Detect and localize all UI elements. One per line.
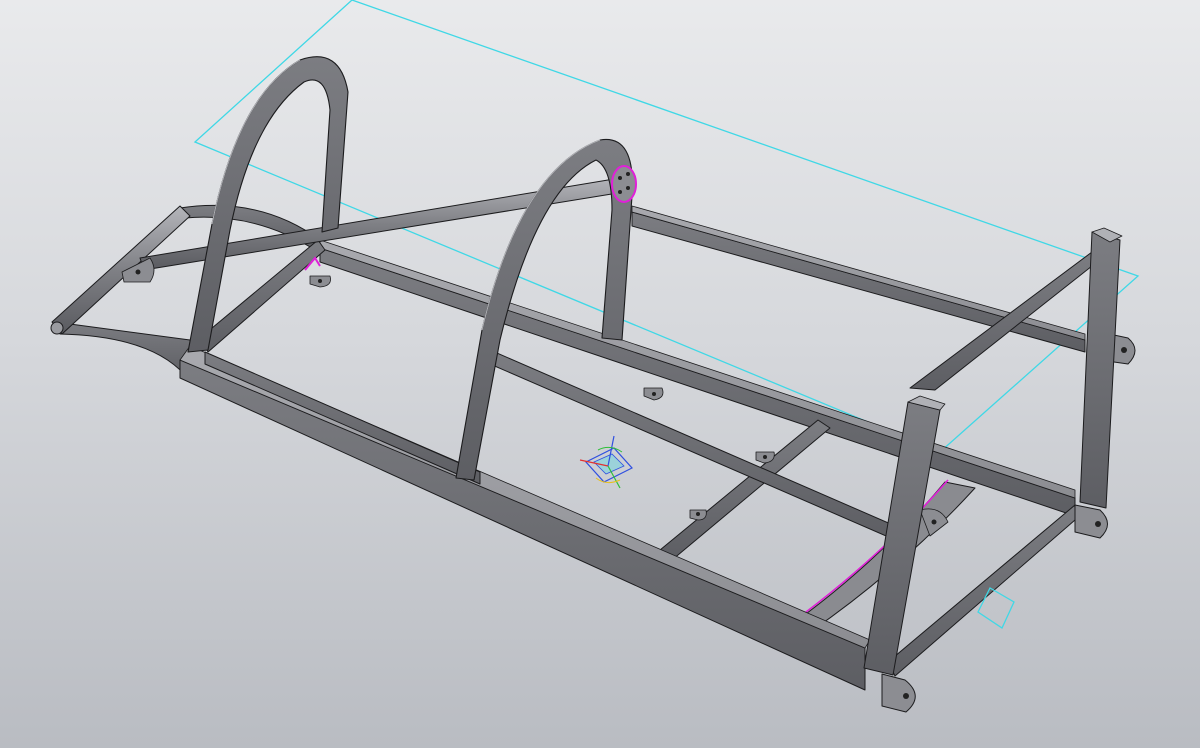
coordinate-triad-icon[interactable] — [579, 435, 633, 489]
mount-tab-rear-left[interactable] — [309, 275, 331, 288]
mount-tab-mid-1[interactable] — [643, 387, 664, 401]
model-scene[interactable] — [0, 0, 1200, 748]
near-inner-rail[interactable] — [204, 351, 481, 485]
nose-curve-rail[interactable] — [54, 321, 202, 379]
model-viewport[interactable] — [0, 0, 1200, 748]
mount-tab-front-bottom[interactable] — [881, 673, 916, 713]
bumper-end-cap — [50, 321, 64, 335]
right-rear-post[interactable] — [1079, 231, 1121, 509]
hoop-bracket-selected[interactable] — [611, 165, 637, 203]
front-bumper-tube[interactable] — [51, 205, 191, 335]
mount-tab-far-2[interactable] — [1074, 504, 1108, 539]
right-top-crossbar[interactable] — [909, 251, 1093, 391]
front-roll-hoop[interactable] — [187, 56, 349, 353]
mount-tab-mid-3[interactable] — [689, 509, 707, 521]
